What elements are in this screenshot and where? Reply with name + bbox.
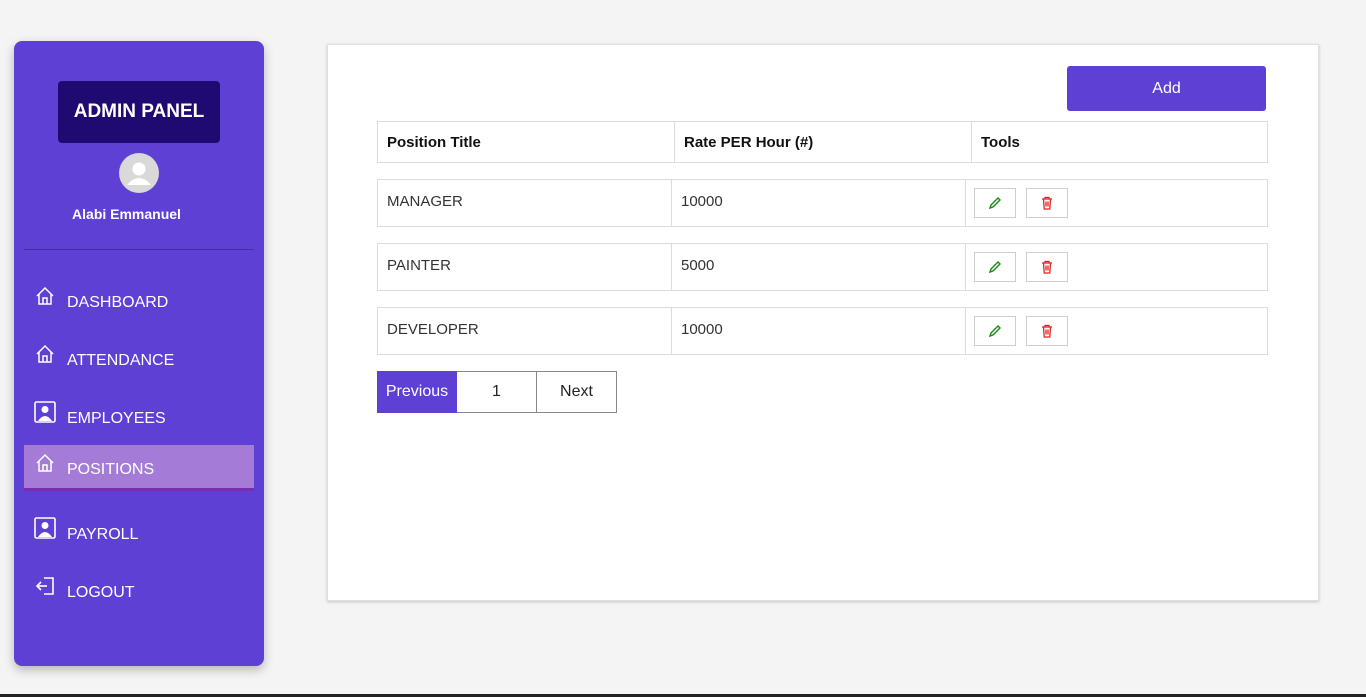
tools-cell xyxy=(966,180,1267,226)
rate-cell: 10000 xyxy=(672,180,966,226)
delete-button[interactable] xyxy=(1026,188,1068,218)
pencil-icon xyxy=(988,197,1001,210)
position-title-cell: MANAGER xyxy=(378,180,672,226)
table-row: DEVELOPER 10000 xyxy=(377,307,1268,355)
sidebar-item-employees[interactable]: EMPLOYEES xyxy=(24,393,254,439)
sidebar-item-dashboard[interactable]: DASHBOARD xyxy=(24,277,254,323)
trash-icon xyxy=(1042,324,1052,338)
pencil-icon xyxy=(988,325,1001,338)
avatar xyxy=(119,153,159,193)
table-row: MANAGER 10000 xyxy=(377,179,1268,227)
trash-icon xyxy=(1042,196,1052,210)
person-icon xyxy=(34,401,56,423)
sidebar-item-label: POSITIONS xyxy=(67,460,155,478)
column-header: Position Title xyxy=(378,122,675,162)
edit-button[interactable] xyxy=(974,316,1016,346)
edit-button[interactable] xyxy=(974,252,1016,282)
sidebar-item-attendance[interactable]: ATTENDANCE xyxy=(24,335,254,381)
edit-button[interactable] xyxy=(974,188,1016,218)
rate-cell: 10000 xyxy=(672,308,966,354)
admin-panel-title: ADMIN PANEL xyxy=(58,81,220,143)
pagination: Previous 1 Next xyxy=(377,371,617,413)
home-icon xyxy=(34,285,56,307)
add-position-button[interactable]: Add xyxy=(1067,66,1266,111)
person-icon xyxy=(34,517,56,539)
sidebar-item-label: DASHBOARD xyxy=(67,294,169,311)
next-page-button[interactable]: Next xyxy=(537,371,617,413)
sidebar-item-label: ATTENDANCE xyxy=(67,352,175,369)
sidebar-item-positions[interactable]: POSITIONS xyxy=(24,445,254,491)
table-row: PAINTER 5000 xyxy=(377,243,1268,291)
sidebar-item-payroll[interactable]: PAYROLL xyxy=(24,509,254,555)
user-name: Alabi Emmanuel xyxy=(72,206,181,222)
logout-icon xyxy=(34,575,56,597)
positions-card: Add Position Title Rate PER Hour (#) Too… xyxy=(327,44,1319,601)
pencil-icon xyxy=(988,261,1001,274)
rate-cell: 5000 xyxy=(672,244,966,290)
column-header: Rate PER Hour (#) xyxy=(675,122,972,162)
position-title-cell: DEVELOPER xyxy=(378,308,672,354)
column-header: Tools xyxy=(981,133,1020,151)
tools-cell xyxy=(966,308,1267,354)
position-title-cell: PAINTER xyxy=(378,244,672,290)
sidebar-item-logout[interactable]: LOGOUT xyxy=(24,567,254,613)
sidebar-item-label: LOGOUT xyxy=(67,584,135,601)
sidebar-item-label: PAYROLL xyxy=(67,526,139,543)
home-icon xyxy=(34,343,56,365)
home-icon xyxy=(34,452,56,474)
sidebar-item-label: EMPLOYEES xyxy=(67,410,166,427)
tools-cell xyxy=(966,244,1267,290)
table-header: Position Title Rate PER Hour (#) Tools xyxy=(377,121,1268,163)
previous-page-button[interactable]: Previous xyxy=(377,371,457,413)
delete-button[interactable] xyxy=(1026,252,1068,282)
user-avatar-icon xyxy=(127,162,151,185)
trash-icon xyxy=(1042,260,1052,274)
sidebar: ADMIN PANEL Alabi Emmanuel DASHBOARD ATT… xyxy=(14,41,264,666)
page-number-button[interactable]: 1 xyxy=(457,371,537,413)
delete-button[interactable] xyxy=(1026,316,1068,346)
sidebar-divider xyxy=(24,249,254,250)
